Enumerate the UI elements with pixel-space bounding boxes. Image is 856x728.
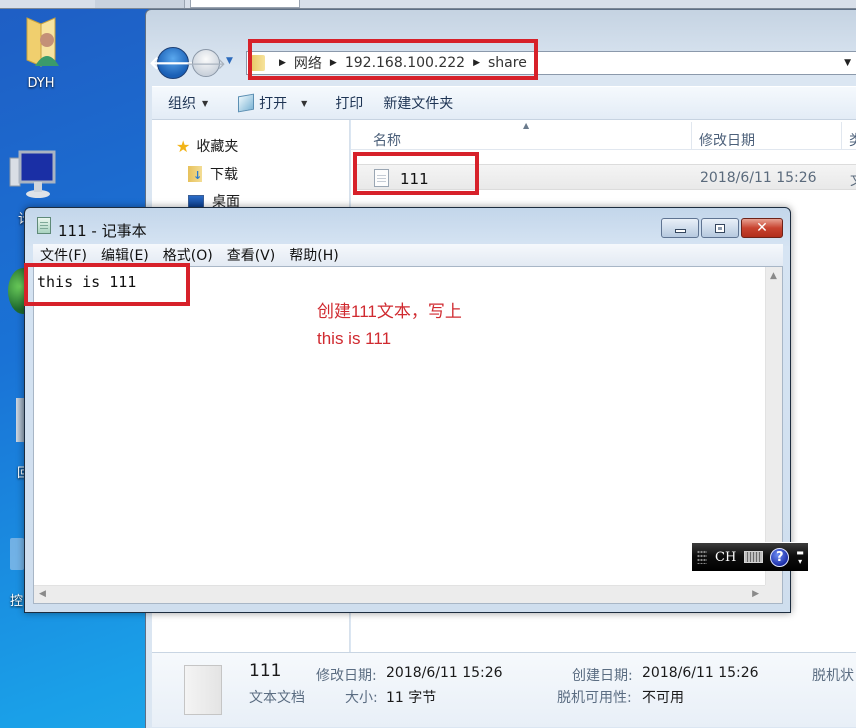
- details-created-label: 创建日期:: [572, 668, 633, 684]
- minimize-button[interactable]: [661, 218, 699, 238]
- control-panel-icon[interactable]: [10, 538, 24, 570]
- downloads-folder-icon: [188, 166, 202, 182]
- recent-pages-button[interactable]: ▼: [226, 56, 233, 66]
- details-modified-label: 修改日期:: [316, 668, 377, 684]
- scroll-up-icon[interactable]: ▲: [770, 271, 777, 281]
- recycle-bin-icon[interactable]: [16, 398, 24, 442]
- column-header-row: ▲ 名称 修改日期 类: [351, 120, 856, 150]
- drag-handle-icon[interactable]: [697, 550, 707, 564]
- nav-item-favorites[interactable]: ★ 收藏夹: [176, 136, 238, 156]
- details-offline-status-label: 脱机状: [812, 668, 854, 684]
- column-divider[interactable]: [841, 122, 842, 150]
- notepad-icon: [37, 217, 51, 234]
- close-icon: ✕: [756, 220, 768, 236]
- resize-grip-icon[interactable]: [765, 585, 782, 603]
- chevron-down-icon: ▼: [301, 98, 308, 108]
- address-dropdown-icon[interactable]: ▼: [844, 58, 851, 68]
- sort-ascending-icon: ▲: [523, 121, 530, 130]
- column-header-date[interactable]: 修改日期: [699, 130, 755, 150]
- details-offline-availability-value: 不可用: [642, 690, 684, 706]
- menu-help[interactable]: 帮助(H): [282, 245, 345, 265]
- nav-item-label: 收藏夹: [196, 139, 239, 155]
- star-icon: ★: [176, 136, 191, 156]
- window-title: 111 - 记事本: [58, 222, 147, 240]
- maximize-button[interactable]: [701, 218, 739, 238]
- ime-language-bar: CH ? ▬ ▾: [692, 542, 808, 571]
- horizontal-scrollbar[interactable]: ◀ ▶: [34, 585, 765, 603]
- maximize-icon: [715, 223, 725, 233]
- desktop-folder-icon: [188, 194, 204, 208]
- vertical-scrollbar[interactable]: ▲: [765, 267, 782, 585]
- help-icon[interactable]: ?: [770, 547, 790, 567]
- organize-button[interactable]: 组织 ▼: [152, 87, 218, 119]
- menu-edit[interactable]: 编辑(E): [94, 245, 156, 265]
- print-label: 打印: [335, 96, 364, 112]
- chevron-down-icon: ▼: [202, 98, 209, 108]
- details-pane: 111 文本文档 修改日期: 2018/6/11 15:26 大小: 11 字节…: [152, 652, 856, 727]
- chevron-down-icon: ▼: [226, 56, 233, 66]
- arrow-right-icon: 🡒: [185, 54, 227, 73]
- desktop-icon-computer[interactable]: 计: [2, 150, 56, 227]
- nav-item-label: 下载: [210, 167, 238, 183]
- new-folder-button[interactable]: 新建文件夹: [373, 87, 463, 119]
- menu-format[interactable]: 格式(O): [156, 245, 220, 265]
- annotation-box-file: [353, 152, 479, 195]
- column-header-type[interactable]: 类: [849, 130, 856, 150]
- annotation-line-1: 创建111文本，写上: [317, 302, 462, 321]
- desktop-icon-dyh[interactable]: DYH: [6, 14, 76, 91]
- desktop-icon-label: DYH: [27, 76, 55, 91]
- details-offline-availability-label: 脱机可用性:: [557, 690, 632, 706]
- minimize-icon: [674, 229, 686, 233]
- details-size-label: 大小:: [345, 690, 378, 706]
- file-modified-date: 2018/6/11 15:26: [700, 170, 817, 186]
- ime-language-indicator[interactable]: CH: [715, 550, 736, 565]
- nav-item-downloads[interactable]: 下载: [188, 164, 238, 184]
- details-file-name: 111: [249, 661, 282, 681]
- annotation-box-address: [248, 39, 538, 80]
- top-taskbar-strip: [0, 0, 856, 9]
- close-button[interactable]: ✕: [741, 218, 783, 238]
- background-tab[interactable]: [190, 0, 300, 8]
- menu-view[interactable]: 查看(V): [220, 245, 283, 265]
- text-file-large-icon: [184, 665, 222, 715]
- details-modified-value: 2018/6/11 15:26: [386, 665, 503, 681]
- options-icon[interactable]: ▬ ▾: [796, 548, 804, 566]
- details-created-value: 2018/6/11 15:26: [642, 665, 759, 681]
- menu-file[interactable]: 文件(F): [33, 245, 94, 265]
- details-file-type: 文本文档: [249, 690, 305, 706]
- column-header-name[interactable]: 名称: [373, 130, 401, 150]
- annotation-box-text: [24, 263, 190, 306]
- annotation-line-2: this is 111: [317, 329, 392, 348]
- details-size-value: 11 字节: [386, 690, 437, 706]
- forward-button[interactable]: 🡒: [186, 49, 226, 77]
- back-button[interactable]: 🡐: [149, 47, 197, 79]
- scroll-right-icon[interactable]: ▶: [752, 589, 759, 599]
- open-button[interactable]: 打开 ▼: [218, 87, 317, 119]
- command-toolbar: 组织 ▼ 打开 ▼ 打印 新建文件夹: [152, 86, 856, 120]
- new-folder-label: 新建文件夹: [383, 96, 454, 112]
- open-label: 打开: [259, 96, 288, 112]
- organize-label: 组织: [168, 96, 196, 112]
- column-divider[interactable]: [691, 122, 692, 150]
- notepad-icon: [238, 93, 255, 113]
- print-button[interactable]: 打印: [317, 87, 373, 119]
- file-type: 文: [850, 170, 856, 190]
- background-tab[interactable]: [95, 0, 185, 8]
- user-folder-icon: [26, 17, 59, 67]
- notepad-titlebar[interactable]: 111 - 记事本 ✕: [25, 208, 790, 240]
- computer-icon: [9, 150, 56, 198]
- keyboard-icon[interactable]: [744, 551, 764, 563]
- scroll-left-icon[interactable]: ◀: [39, 589, 46, 599]
